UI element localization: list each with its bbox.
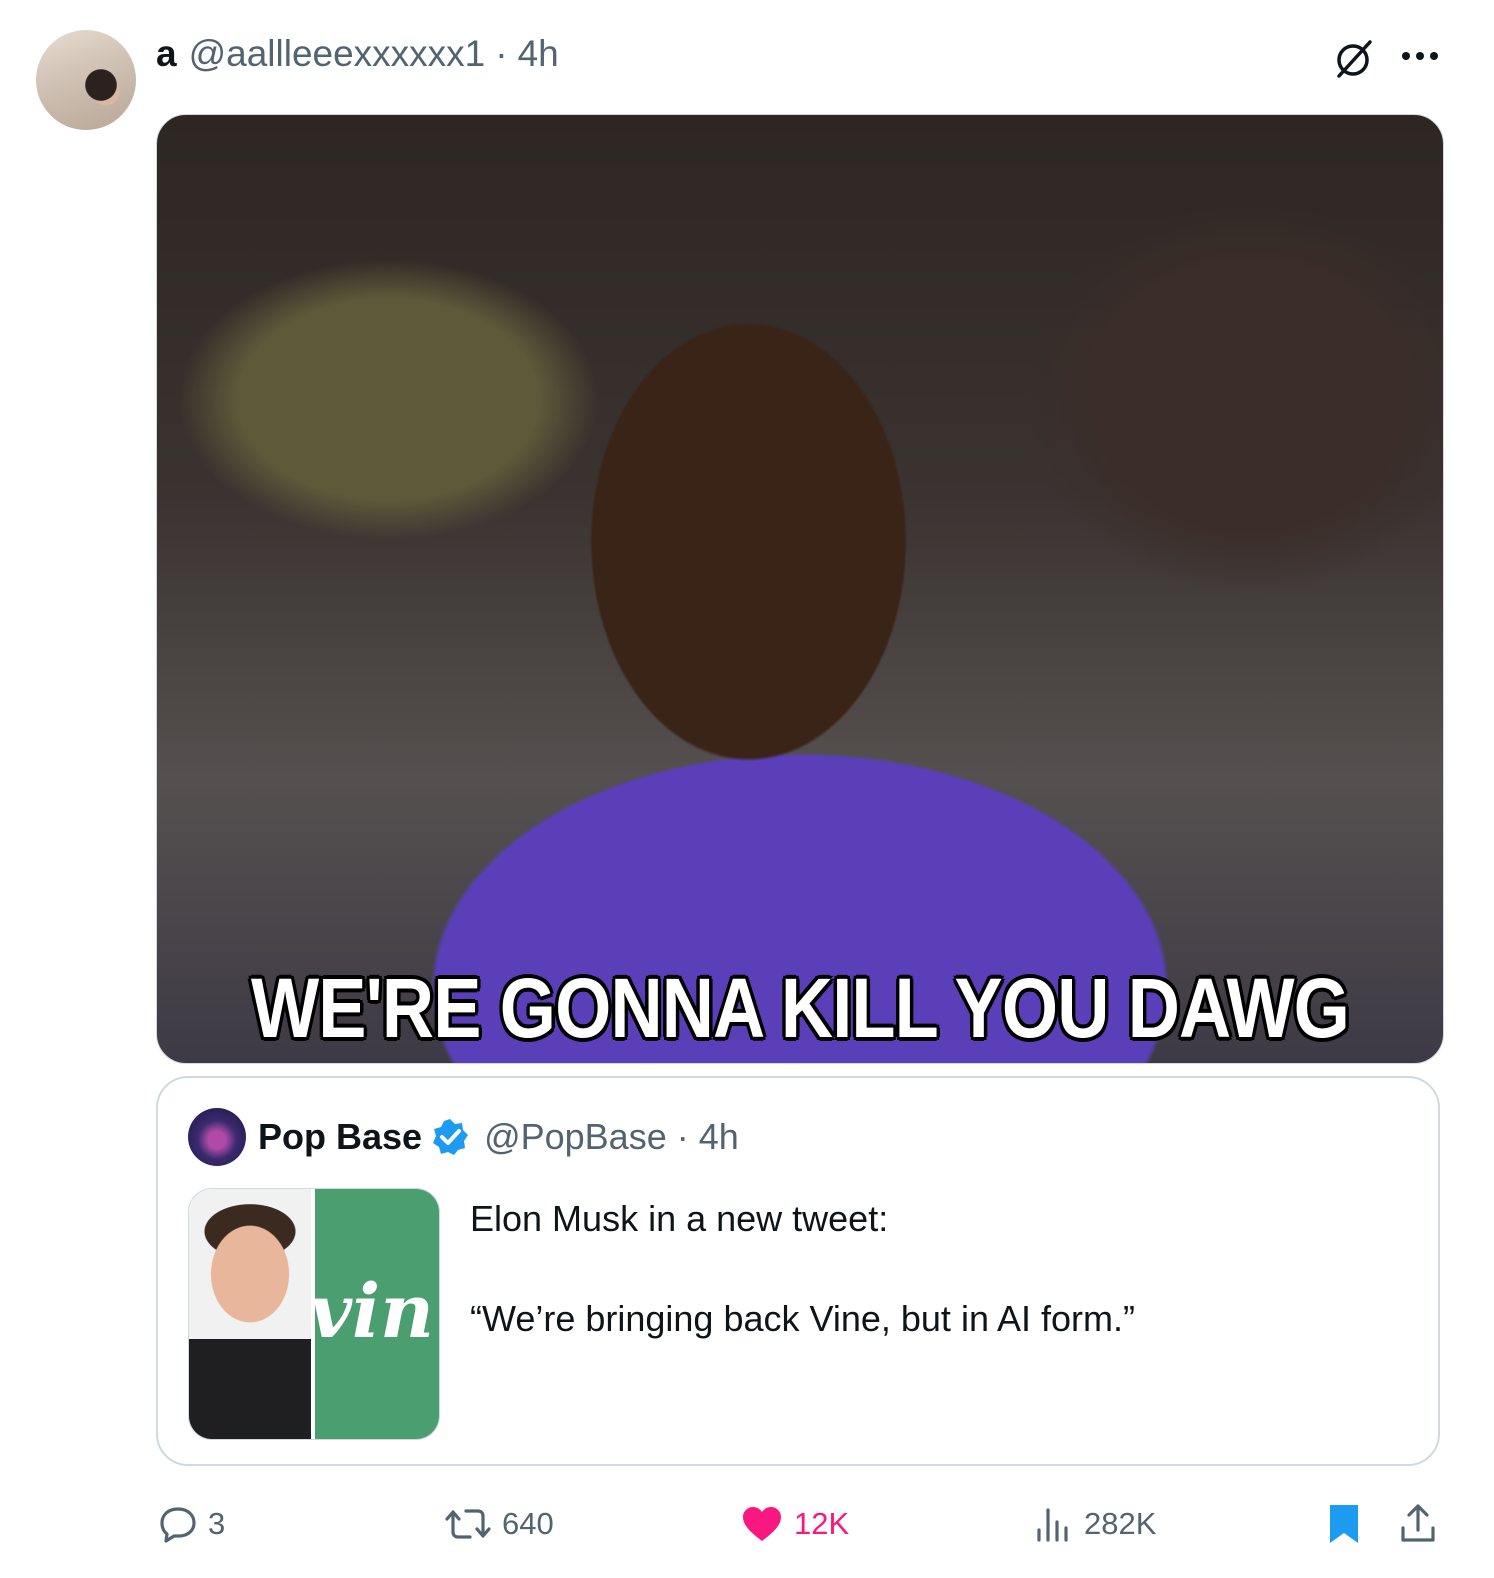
quoted-tweet-thumbnail[interactable]: vin — [188, 1188, 440, 1440]
reply-button[interactable]: 3 — [158, 1500, 225, 1548]
quoted-text-line-2: “We’re bringing back Vine, but in AI for… — [470, 1298, 1135, 1339]
author-avatar[interactable] — [36, 30, 136, 130]
quoted-tweet-timestamp[interactable]: 4h — [699, 1116, 739, 1158]
tweet-media-image[interactable]: WE'RE GONNA KILL YOU DAWG — [156, 114, 1444, 1064]
quoted-author-display-name[interactable]: Pop Base — [258, 1116, 422, 1158]
tweet-timestamp[interactable]: 4h — [518, 33, 559, 75]
more-icon[interactable] — [1398, 38, 1442, 74]
views-button[interactable]: 282K — [1034, 1500, 1156, 1548]
quoted-text-line-1: Elon Musk in a new tweet: — [470, 1198, 889, 1239]
header-separator: · — [495, 33, 508, 74]
quoted-tweet[interactable]: Pop Base @PopBase · 4h vin Elon Musk in … — [156, 1076, 1440, 1466]
views-icon — [1037, 1508, 1068, 1542]
like-button[interactable]: 12K — [740, 1500, 849, 1548]
like-count: 12K — [794, 1506, 850, 1541]
tweet-header: a @aallleeexxxxxx1 · 4h — [156, 30, 559, 78]
quoted-author-handle[interactable]: @PopBase — [484, 1116, 667, 1158]
reply-icon — [160, 1507, 196, 1543]
reply-count: 3 — [208, 1506, 226, 1541]
share-icon — [1401, 1504, 1435, 1542]
heart-icon — [743, 1507, 781, 1541]
author-handle[interactable]: @aallleeexxxxxx1 — [189, 33, 486, 75]
quoted-header-separator: · — [676, 1116, 689, 1157]
quoted-tweet-header: Pop Base @PopBase · 4h — [258, 1114, 739, 1160]
thumbnail-portrait — [189, 1189, 312, 1439]
author-display-name[interactable]: a — [156, 33, 177, 75]
vine-logo-text: vin — [311, 1269, 434, 1355]
grok-icon[interactable] — [1330, 36, 1376, 82]
vine-logo-icon: vin — [311, 1189, 439, 1439]
retweet-button[interactable]: 640 — [444, 1500, 554, 1548]
retweet-icon — [445, 1509, 491, 1539]
bookmark-button[interactable] — [1326, 1500, 1372, 1548]
quoted-author-avatar[interactable] — [188, 1108, 246, 1166]
meme-caption: WE'RE GONNA KILL YOU DAWG — [250, 961, 1350, 1055]
bookmark-icon — [1330, 1505, 1358, 1543]
share-button[interactable] — [1398, 1500, 1448, 1548]
verified-badge-icon — [433, 1119, 469, 1155]
retweet-count: 640 — [502, 1506, 554, 1541]
quoted-tweet-text: Elon Musk in a new tweet: “We’re bringin… — [470, 1194, 1135, 1394]
views-count: 282K — [1084, 1506, 1157, 1541]
